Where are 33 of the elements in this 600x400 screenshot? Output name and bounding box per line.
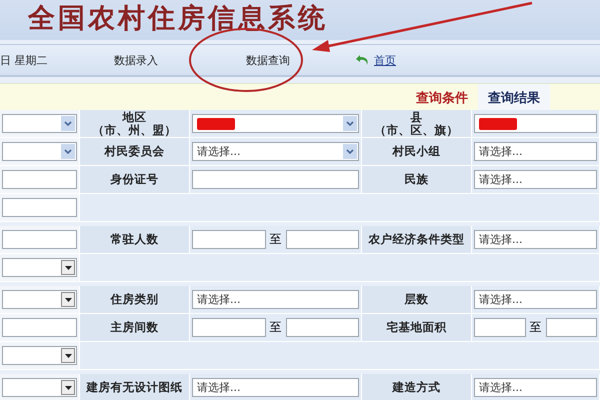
field-label: 村民小组 (392, 145, 440, 158)
field-label: 主房间数 (110, 321, 158, 334)
home-link[interactable]: 首页 (374, 52, 396, 68)
field-label: 民族 (404, 173, 428, 186)
field-label: 建房有无设计图纸 (86, 381, 182, 394)
field-label: （市、州、盟） (92, 124, 176, 136)
dropdown-field[interactable]: 请选择... (192, 290, 359, 309)
field-label: 县 (410, 110, 422, 124)
range-separator: 至 (528, 319, 542, 336)
field-label: （市、区、旗） (374, 124, 458, 136)
dropdown-field[interactable]: 请选择... (474, 170, 597, 189)
query-tab[interactable]: 查询结果 (478, 84, 550, 110)
field-label: 建造方式 (392, 381, 440, 394)
query-tab[interactable]: 查询条件 (406, 84, 478, 110)
date-text: 日 星期二 (0, 52, 48, 68)
dropdown-field[interactable]: 请选择... (474, 378, 597, 397)
field-label: 身份证号 (110, 173, 158, 186)
field-label: 地区 (122, 110, 146, 124)
range-separator: 至 (268, 231, 282, 248)
nav-link[interactable]: 数据查询 (242, 50, 294, 70)
dropdown-field[interactable]: 请选择... (474, 142, 597, 161)
field-label: 农户经济条件类型 (368, 233, 464, 246)
dropdown-field[interactable]: 请选择... (474, 290, 597, 309)
dropdown-field[interactable]: 请选择... (192, 378, 359, 397)
field-label: 住房类别 (110, 293, 158, 306)
dropdown-field[interactable]: 请选择... (474, 230, 597, 249)
field-label: 宅基地面积 (386, 321, 446, 334)
field-label: 村民委员会 (104, 145, 164, 158)
range-separator: 至 (268, 319, 282, 336)
nav-link[interactable]: 数据录入 (110, 50, 162, 70)
dropdown-field[interactable]: 请选择... (192, 142, 359, 161)
field-label: 常驻人数 (110, 233, 158, 246)
field-label: 层数 (404, 293, 428, 306)
